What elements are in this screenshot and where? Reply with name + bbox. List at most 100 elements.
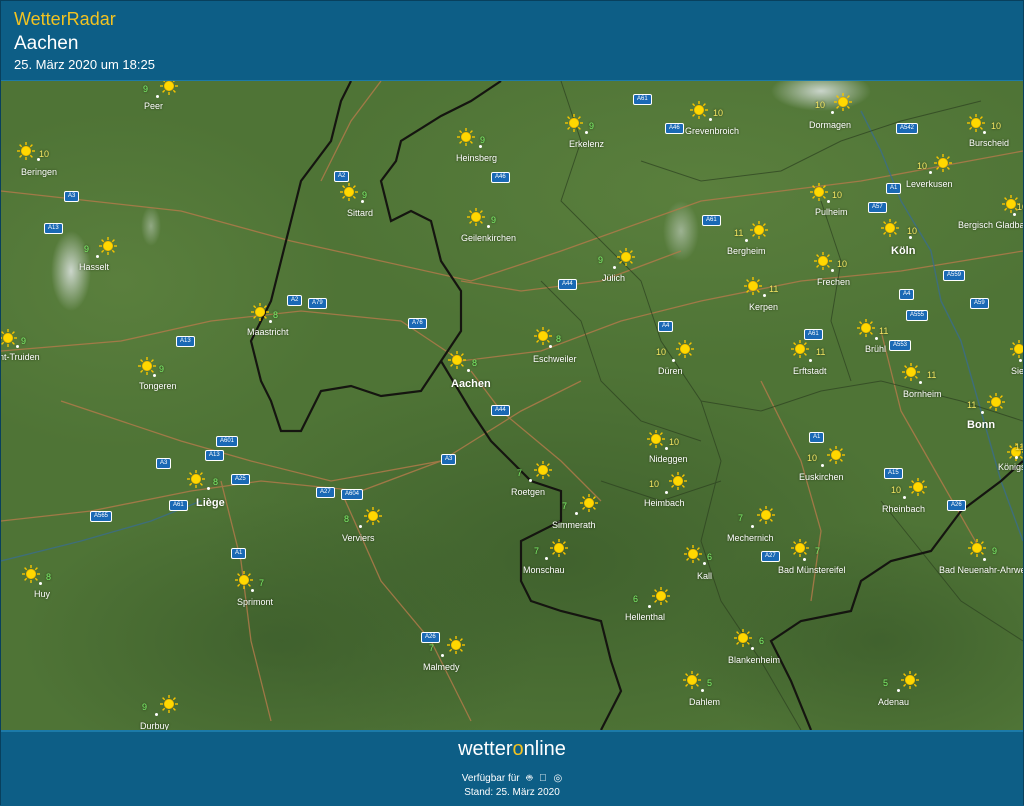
city-label-erftstadt[interactable]: Erftstadt xyxy=(793,366,827,376)
city-label-siegburg[interactable]: Siegburg xyxy=(1011,366,1023,376)
city-label-frechen[interactable]: Frechen xyxy=(817,277,850,287)
city-label-verviers[interactable]: Verviers xyxy=(342,533,375,543)
city-dot xyxy=(1013,213,1016,216)
city-label-malmedy[interactable]: Malmedy xyxy=(423,662,460,672)
city-label-jülich[interactable]: Jülich xyxy=(602,273,625,283)
sun-icon xyxy=(901,362,921,382)
temperature-bad-neuenahr-ahrweiler: 9 xyxy=(992,546,998,556)
temperature-euskirchen: 10 xyxy=(807,453,818,463)
sun-icon xyxy=(756,505,776,525)
radar-map[interactable]: 9 Peer 10 Beringen 9 Hasselt 9 Sint-Truiden 9 Ton… xyxy=(1,81,1023,730)
city-dot xyxy=(648,605,651,608)
city-label-bonn[interactable]: Bonn xyxy=(967,419,995,431)
city-label-eschweiler[interactable]: Eschweiler xyxy=(533,354,577,364)
city-label-adenau[interactable]: Adenau xyxy=(878,697,909,707)
road-shield: A542 xyxy=(896,123,919,134)
road-shield: A25 xyxy=(231,474,250,485)
city-label-köln[interactable]: Köln xyxy=(891,245,915,257)
city-dot xyxy=(487,225,490,228)
city-label-tongeren[interactable]: Tongeren xyxy=(139,381,177,391)
sun-icon xyxy=(986,392,1006,412)
city-label-blankenheim[interactable]: Blankenheim xyxy=(728,655,780,665)
city-label-brühl[interactable]: Brühl xyxy=(865,344,886,354)
city-label-maastricht[interactable]: Maastricht xyxy=(247,327,289,337)
city-dot xyxy=(809,359,812,362)
map-terrain xyxy=(1,81,1023,730)
android-icon[interactable]: 🤖︎ xyxy=(526,771,532,785)
sun-icon xyxy=(579,493,599,513)
city-label-durbuy[interactable]: Durbuy xyxy=(140,721,169,730)
city-label-erkelenz[interactable]: Erkelenz xyxy=(569,139,604,149)
temperature-geilenkirchen: 9 xyxy=(491,215,497,225)
road-shield: A27 xyxy=(761,551,780,562)
city-label-heimbach[interactable]: Heimbach xyxy=(644,498,685,508)
sun-icon xyxy=(533,460,553,480)
city-label-kall[interactable]: Kall xyxy=(697,571,712,581)
sun-icon xyxy=(159,694,179,714)
web-icon[interactable]: ◎ xyxy=(553,773,562,784)
city-dot xyxy=(96,255,99,258)
city-label-beringen[interactable]: Beringen xyxy=(21,167,57,177)
city-label-leverkusen[interactable]: Leverkusen xyxy=(906,179,953,189)
city-label-burscheid[interactable]: Burscheid xyxy=(969,138,1009,148)
city-label-kerpen[interactable]: Kerpen xyxy=(749,302,778,312)
city-label-dahlem[interactable]: Dahlem xyxy=(689,697,720,707)
city-label-hasselt[interactable]: Hasselt xyxy=(79,262,109,272)
city-label-rheinbach[interactable]: Rheinbach xyxy=(882,504,925,514)
city-label-geilenkirchen[interactable]: Geilenkirchen xyxy=(461,233,516,243)
location-title: Aachen xyxy=(14,33,79,54)
brand-title: WetterRadar xyxy=(14,9,116,29)
city-dot xyxy=(207,487,210,490)
city-label-bad-münstereifel[interactable]: Bad Münstereifel xyxy=(778,565,846,575)
temperature-heimbach: 10 xyxy=(649,479,660,489)
city-label-huy[interactable]: Huy xyxy=(34,589,50,599)
city-label-roetgen[interactable]: Roetgen xyxy=(511,487,545,497)
road-shield: A4 xyxy=(658,321,674,332)
city-label-sprimont[interactable]: Sprimont xyxy=(237,597,273,607)
sun-icon xyxy=(21,564,41,584)
sun-icon xyxy=(900,670,920,690)
city-label-sittard[interactable]: Sittard xyxy=(347,208,373,218)
city-label-sint-truiden[interactable]: Sint-Truiden xyxy=(1,352,40,362)
road-shield: A565 xyxy=(90,511,113,522)
city-dot xyxy=(16,345,19,348)
city-label-simmerath[interactable]: Simmerath xyxy=(552,520,596,530)
city-label-dormagen[interactable]: Dormagen xyxy=(809,120,851,130)
wetteronline-logo[interactable]: wetteronline xyxy=(1,738,1023,761)
temperature-kerpen: 11 xyxy=(769,284,779,294)
temperature-huy: 8 xyxy=(46,572,52,582)
city-label-bergisch-gladbach[interactable]: Bergisch Gladbach xyxy=(958,220,1023,230)
logo-o: o xyxy=(512,738,524,760)
temperature-blankenheim: 6 xyxy=(759,636,765,646)
sun-icon xyxy=(564,113,584,133)
city-label-monschau[interactable]: Monschau xyxy=(523,565,565,575)
city-label-pulheim[interactable]: Pulheim xyxy=(815,207,848,217)
city-dot xyxy=(549,345,552,348)
city-label-peer[interactable]: Peer xyxy=(144,101,163,111)
sun-icon xyxy=(466,207,486,227)
city-label-grevenbroich[interactable]: Grevenbroich xyxy=(685,126,739,136)
city-label-bergheim[interactable]: Bergheim xyxy=(727,246,766,256)
city-dot xyxy=(709,118,712,121)
road-shield: A26 xyxy=(421,632,440,643)
sun-icon xyxy=(250,302,270,322)
city-label-bad-neuenahr-ahrweiler[interactable]: Bad Neuenahr-Ahrweiler xyxy=(939,565,1023,575)
sun-icon xyxy=(668,471,688,491)
city-dot xyxy=(821,464,824,467)
temperature-erkelenz: 9 xyxy=(589,121,595,131)
city-label-heinsberg[interactable]: Heinsberg xyxy=(456,153,497,163)
city-label-bornheim[interactable]: Bornheim xyxy=(903,389,942,399)
city-label-li-ge[interactable]: Liège xyxy=(196,497,225,509)
city-label-königswinter[interactable]: Königswinter xyxy=(998,462,1023,472)
city-label-düren[interactable]: Düren xyxy=(658,366,683,376)
temperature-maastricht: 8 xyxy=(273,310,279,320)
city-label-hellenthal[interactable]: Hellenthal xyxy=(625,612,665,622)
city-label-euskirchen[interactable]: Euskirchen xyxy=(799,472,844,482)
city-label-mechernich[interactable]: Mechernich xyxy=(727,533,774,543)
sun-icon xyxy=(790,339,810,359)
road-shield: A61 xyxy=(633,94,652,105)
road-shield: A13 xyxy=(44,223,63,234)
city-label-aachen[interactable]: Aachen xyxy=(451,378,491,390)
apple-icon[interactable]:  xyxy=(539,773,547,784)
city-label-nideggen[interactable]: Nideggen xyxy=(649,454,688,464)
